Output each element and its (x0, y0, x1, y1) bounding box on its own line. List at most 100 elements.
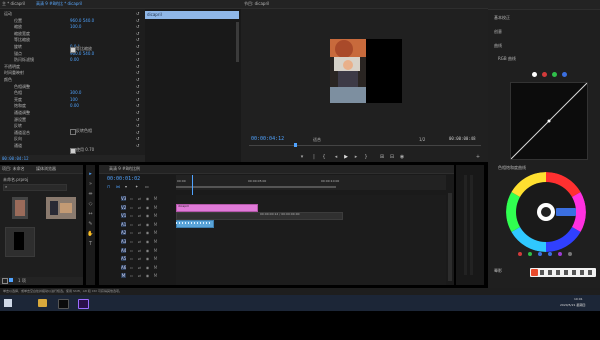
go-to-in-icon[interactable]: { (321, 154, 327, 160)
effect-row[interactable]: 位置 960.0 540.0 ↺ (0, 18, 145, 24)
selection-tool-icon[interactable]: ▸ (87, 171, 94, 178)
track-header[interactable]: A1 ▫ ⇌ ◉ M (99, 221, 169, 228)
effect-row[interactable]: 运动 ↺ (0, 11, 145, 17)
export-frame-icon[interactable]: ◉ (399, 154, 405, 160)
effect-row-value[interactable]: 100.0 (70, 24, 81, 30)
lumetri-row-curves[interactable]: 曲线 (488, 43, 600, 49)
sync-icon[interactable]: ⇌ (137, 273, 142, 278)
lumetri-row-basic[interactable]: 基本校正 (488, 15, 600, 21)
lumetri-row-creative[interactable]: 创意 (488, 29, 600, 35)
icon-view-icon[interactable] (9, 278, 13, 282)
wheel-dot-purple[interactable] (558, 252, 562, 256)
effect-row[interactable]: 亮度 100 ↺ (0, 97, 145, 103)
sync-icon[interactable]: ⇌ (137, 256, 142, 261)
effect-row[interactable]: 颜色 ↺ (0, 77, 145, 83)
sync-icon[interactable]: ⇌ (137, 196, 142, 201)
keyframe-reset-icon[interactable]: ↺ (136, 103, 139, 109)
mark-in-icon[interactable]: ▾ (299, 154, 305, 160)
keyframe-reset-icon[interactable]: ↺ (136, 130, 139, 136)
hand-tool-icon[interactable]: ✋ (87, 231, 94, 238)
lock-icon[interactable]: ▫ (129, 222, 134, 227)
eye-icon[interactable]: ◉ (145, 222, 150, 227)
wheel-dot-red[interactable] (518, 252, 522, 256)
wheel-dot-green[interactable] (528, 252, 532, 256)
curve-channel-red[interactable] (542, 72, 547, 77)
curve-channel-green[interactable] (552, 72, 557, 77)
tab-media-browser[interactable]: 媒体浏览器 (36, 166, 56, 172)
effect-row[interactable]: 反向 ↺ (0, 136, 145, 142)
program-timecode-left[interactable]: 00:00:04:12 (251, 136, 284, 142)
mute-icon[interactable]: M (153, 222, 158, 227)
snap-icon[interactable]: ⊓ (107, 184, 110, 189)
timeline-scrollbar[interactable] (448, 193, 452, 281)
sync-icon[interactable]: ⇌ (137, 265, 142, 270)
quality-dropdown[interactable]: 1/2 (419, 137, 425, 142)
keyframe-reset-icon[interactable]: ↺ (136, 90, 139, 96)
eye-icon[interactable]: ◉ (145, 205, 150, 210)
play-icon[interactable]: ▶ (343, 154, 349, 160)
track-header[interactable]: A6 ▫ ⇌ ◉ M (99, 264, 169, 271)
ec-scrollbar[interactable] (236, 22, 239, 62)
curve-channel-white[interactable] (532, 72, 537, 77)
track-header[interactable]: V1 ▫ ⇌ ◉ M (99, 212, 169, 219)
effect-row-value[interactable]: 300.0 (70, 90, 81, 96)
taskbar-app-icon-1[interactable] (58, 299, 69, 309)
track-header[interactable]: V2 ▫ ⇌ ◉ M (99, 204, 169, 211)
tab-program[interactable]: 节目: dicapril (244, 1, 269, 7)
add-button-icon[interactable]: + (475, 154, 481, 160)
step-forward-icon[interactable]: ▸ (353, 154, 359, 160)
sync-icon[interactable]: ⇌ (137, 213, 142, 218)
effect-row[interactable]: 不透明度 ↺ (0, 64, 145, 70)
work-area-bar[interactable] (176, 186, 336, 188)
mute-icon[interactable]: M (153, 205, 158, 210)
wrench-icon[interactable]: ✦ (135, 184, 138, 189)
wheel-dot-gray[interactable] (568, 252, 572, 256)
keyframe-reset-icon[interactable]: ↺ (136, 77, 139, 83)
program-video-frame[interactable] (330, 39, 402, 103)
mute-icon[interactable]: M (153, 196, 158, 201)
keyframe-reset-icon[interactable]: ↺ (136, 84, 139, 90)
list-view-icon[interactable] (2, 278, 8, 284)
ripple-edit-tool-icon[interactable]: ⇹ (87, 191, 94, 198)
lock-icon[interactable]: ▫ (129, 248, 134, 253)
eye-icon[interactable]: ◉ (145, 213, 150, 218)
tab-sequence[interactable]: 高清 9 #8的比例 (109, 166, 140, 172)
eye-icon[interactable]: ◉ (145, 256, 150, 261)
tab-source[interactable]: 主 * dicapril (2, 1, 25, 7)
sequence-timecode[interactable]: 00:00:01:02 (107, 176, 140, 182)
keyframe-reset-icon[interactable]: ↺ (136, 11, 139, 17)
eye-icon[interactable]: ◉ (145, 265, 150, 270)
effect-row[interactable]: 防闪烁滤镜 0.00 ↺ (0, 57, 145, 63)
wheel-dot-blue-2[interactable] (548, 252, 552, 256)
keyframe-reset-icon[interactable]: ↺ (136, 123, 139, 129)
keyframe-reset-icon[interactable]: ↺ (136, 64, 139, 70)
mute-icon[interactable]: M (153, 248, 158, 253)
tab-project[interactable]: 项目: 未命名 (2, 166, 25, 172)
effect-row[interactable]: 缩放宽度 ↺ (0, 31, 145, 37)
project-item-thumbnail-1[interactable] (12, 197, 28, 219)
lock-icon[interactable]: ▫ (129, 196, 134, 201)
eye-icon[interactable]: ◉ (145, 273, 150, 278)
captions-icon[interactable]: ▭ (145, 184, 149, 189)
lock-icon[interactable]: ▫ (129, 273, 134, 278)
mute-icon[interactable]: M (153, 256, 158, 261)
effect-row[interactable]: 源设置 ↺ (0, 117, 145, 123)
eye-icon[interactable]: ◉ (145, 248, 150, 253)
effect-row[interactable]: 缩放 100.0 ↺ (0, 24, 145, 30)
slip-tool-icon[interactable]: ↔ (87, 211, 94, 218)
eye-icon[interactable]: ◉ (145, 239, 150, 244)
keyframe-reset-icon[interactable]: ↺ (136, 117, 139, 123)
track-area[interactable]: dicapril 00:00:00:12 / 00:00:00:00 (176, 195, 446, 285)
lock-icon[interactable]: ▫ (129, 265, 134, 270)
sync-icon[interactable]: ⇌ (137, 230, 142, 235)
effect-row[interactable]: 等比缩放 ↺ (0, 37, 145, 43)
track-header[interactable]: M ▫ ⇌ ◉ M (99, 272, 169, 279)
effect-row-value[interactable]: 0.00 (70, 103, 79, 109)
effect-row-value[interactable]: 100 (70, 97, 78, 103)
keyframe-reset-icon[interactable]: ↺ (136, 37, 139, 43)
eye-icon[interactable]: ◉ (145, 196, 150, 201)
keyframe-reset-icon[interactable]: ↺ (136, 44, 139, 50)
lock-icon[interactable]: ▫ (129, 239, 134, 244)
sync-icon[interactable]: ⇌ (137, 222, 142, 227)
fit-dropdown[interactable]: 适合 (313, 137, 321, 143)
